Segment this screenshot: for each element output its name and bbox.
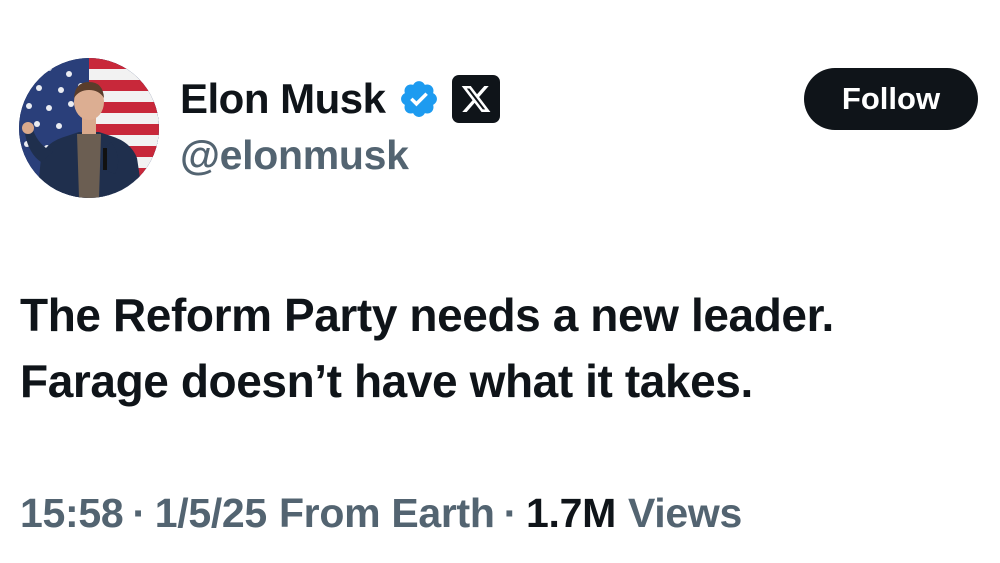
meta-separator: · xyxy=(132,490,146,536)
tweet-time[interactable]: 15:58 xyxy=(20,490,124,537)
verified-badge-icon[interactable] xyxy=(398,78,440,120)
avatar[interactable] xyxy=(19,58,159,198)
tweet-card: Elon Musk @elonmusk Follow The Reform Pa… xyxy=(0,0,1000,563)
x-glyph xyxy=(461,86,490,112)
tweet-text-line: The Reform Party needs a new leader. xyxy=(20,289,834,341)
meta-separator: · xyxy=(503,490,518,536)
user-handle[interactable]: @elonmusk xyxy=(180,132,409,179)
tweet-text-line: Farage doesn’t have what it takes. xyxy=(20,355,753,407)
tweet-meta: 15:58 · 1/5/25 From Earth · 1.7M Views xyxy=(20,490,742,537)
views-count[interactable]: 1.7M xyxy=(526,490,616,537)
tweet-date[interactable]: 1/5/25 xyxy=(155,490,268,537)
follow-button[interactable]: Follow xyxy=(804,68,978,130)
x-logo-icon[interactable] xyxy=(451,75,500,123)
tweet-source: From Earth xyxy=(278,490,495,536)
views-label: Views xyxy=(627,490,742,536)
tweet-text: The Reform Party needs a new leader. Far… xyxy=(20,282,990,414)
display-name[interactable]: Elon Musk xyxy=(180,75,386,123)
avatar-image xyxy=(19,58,159,198)
display-name-row: Elon Musk xyxy=(180,70,500,128)
